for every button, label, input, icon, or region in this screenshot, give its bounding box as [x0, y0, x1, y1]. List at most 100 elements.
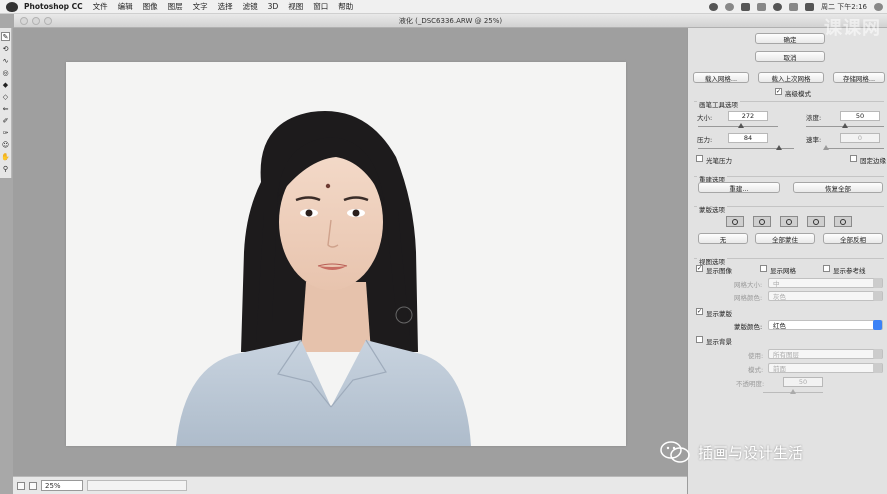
mask-intersect-icon[interactable]: [807, 216, 825, 227]
mesh-color-label: 网格颜色:: [734, 294, 763, 302]
density-input[interactable]: 50: [840, 111, 880, 121]
pressure-slider-knob[interactable]: [776, 145, 782, 150]
bloat-tool-icon[interactable]: ◇: [1, 92, 10, 101]
opacity-label: 不透明度:: [736, 380, 765, 388]
close-window-icon[interactable]: [20, 17, 28, 25]
wechat-caption-text: 插画与设计生活: [698, 443, 804, 462]
load-mesh-button[interactable]: 载入网格...: [693, 72, 749, 83]
push-left-tool-icon[interactable]: ⇐: [1, 104, 10, 113]
thaw-mask-tool-icon[interactable]: ✑: [1, 128, 10, 137]
opacity-slider-knob[interactable]: [790, 389, 796, 394]
rate-label: 速率:: [806, 136, 822, 144]
pin-edges-label: 固定边缘: [860, 157, 886, 165]
mode-label: 模式:: [748, 366, 764, 374]
app-name-menu[interactable]: Photoshop CC: [24, 2, 83, 11]
reconstruct-tool-icon[interactable]: ⟲: [1, 44, 10, 53]
menu-window[interactable]: 窗口: [313, 1, 328, 12]
status-app-icon-2[interactable]: [725, 3, 735, 11]
size-slider[interactable]: [698, 123, 778, 128]
use-select[interactable]: 所有图层: [768, 349, 883, 359]
mask-subtract-icon[interactable]: [780, 216, 798, 227]
zoom-dropdown[interactable]: [87, 480, 187, 491]
pin-edges-checkbox[interactable]: [850, 155, 857, 162]
freeze-mask-tool-icon[interactable]: ✐: [1, 116, 10, 125]
zoom-out-button[interactable]: [17, 481, 25, 490]
reconstruct-button[interactable]: 重建...: [698, 182, 780, 193]
menu-file[interactable]: 文件: [93, 1, 108, 12]
mask-none-button[interactable]: 无: [698, 233, 748, 244]
battery-icon[interactable]: [805, 3, 815, 11]
hand-tool-icon[interactable]: ✋: [1, 152, 10, 161]
density-slider-knob[interactable]: [842, 123, 848, 128]
mesh-color-select[interactable]: 灰色: [768, 291, 883, 301]
mesh-size-select[interactable]: 中: [768, 278, 883, 288]
search-icon[interactable]: [874, 3, 883, 11]
menu-filter[interactable]: 滤镜: [243, 1, 258, 12]
cancel-button[interactable]: 取消: [755, 51, 825, 62]
chevron-down-icon: [873, 291, 882, 301]
rate-slider[interactable]: [823, 145, 884, 150]
density-slider[interactable]: [806, 123, 884, 128]
face-tool-icon[interactable]: ☺: [1, 140, 10, 149]
zoom-in-button[interactable]: [29, 481, 37, 490]
chevron-down-icon: [873, 363, 882, 373]
zoom-window-icon[interactable]: [44, 17, 52, 25]
show-mask-checkbox[interactable]: ✓: [696, 308, 703, 315]
show-guides-checkbox[interactable]: [823, 265, 830, 272]
zoom-level-field[interactable]: 25%: [41, 480, 83, 491]
menu-edit[interactable]: 编辑: [118, 1, 133, 12]
forward-warp-tool-icon[interactable]: ✎: [1, 32, 10, 41]
size-input[interactable]: 272: [728, 111, 768, 121]
status-app-icon-4[interactable]: [757, 3, 767, 11]
status-app-icon-3[interactable]: [741, 3, 751, 11]
status-app-icon[interactable]: [709, 3, 719, 11]
portrait-photo[interactable]: [66, 62, 626, 446]
menu-select[interactable]: 选择: [218, 1, 233, 12]
load-last-mesh-button[interactable]: 载入上次网格: [758, 72, 824, 83]
mask-replace-icon[interactable]: [726, 216, 744, 227]
menu-layer[interactable]: 图层: [168, 1, 183, 12]
pucker-tool-icon[interactable]: ◆: [1, 80, 10, 89]
menu-view[interactable]: 视图: [288, 1, 303, 12]
menu-type[interactable]: 文字: [193, 1, 208, 12]
save-mesh-button[interactable]: 存储网格...: [833, 72, 885, 83]
twirl-tool-icon[interactable]: ◎: [1, 68, 10, 77]
invert-all-button[interactable]: 全部反相: [823, 233, 883, 244]
show-mesh-checkbox[interactable]: [760, 265, 767, 272]
menu-3d[interactable]: 3D: [268, 2, 279, 11]
menu-help[interactable]: 帮助: [338, 1, 353, 12]
wifi-icon[interactable]: [773, 3, 783, 11]
mask-all-button[interactable]: 全部蒙住: [755, 233, 815, 244]
ok-button[interactable]: 确定: [755, 33, 825, 44]
opacity-slider[interactable]: [763, 389, 823, 394]
apple-icon[interactable]: [6, 1, 18, 12]
mask-color-label: 蒙版颜色:: [734, 323, 763, 331]
restore-all-button[interactable]: 恢复全部: [793, 182, 883, 193]
mask-color-select[interactable]: 红色: [768, 320, 883, 330]
size-slider-knob[interactable]: [738, 123, 744, 128]
mesh-size-value: 中: [773, 280, 780, 288]
use-label: 使用:: [748, 352, 764, 360]
show-image-checkbox[interactable]: ✓: [696, 265, 703, 272]
mesh-color-value: 灰色: [773, 293, 786, 301]
volume-icon[interactable]: [789, 3, 799, 11]
menu-image[interactable]: 图像: [143, 1, 158, 12]
opacity-input[interactable]: 50: [783, 377, 823, 387]
pressure-slider[interactable]: [698, 145, 794, 150]
mode-select[interactable]: 前面: [768, 363, 883, 373]
zoom-tool-icon[interactable]: ⚲: [1, 164, 10, 173]
rate-input[interactable]: 0: [840, 133, 880, 143]
show-backdrop-checkbox[interactable]: [696, 336, 703, 343]
mask-invert-icon[interactable]: [834, 216, 852, 227]
wechat-caption: 插画与设计生活: [660, 440, 803, 464]
clock[interactable]: 周二 下午2:16: [821, 2, 867, 12]
preview-canvas[interactable]: [13, 28, 687, 476]
minimize-window-icon[interactable]: [32, 17, 40, 25]
pressure-input[interactable]: 84: [728, 133, 768, 143]
rate-slider-knob[interactable]: [823, 145, 829, 150]
smooth-tool-icon[interactable]: ∿: [1, 56, 10, 65]
mask-add-icon[interactable]: [753, 216, 771, 227]
stylus-pressure-checkbox[interactable]: [696, 155, 703, 162]
advanced-mode-checkbox[interactable]: ✓: [775, 88, 782, 95]
pressure-label: 压力:: [697, 136, 713, 144]
